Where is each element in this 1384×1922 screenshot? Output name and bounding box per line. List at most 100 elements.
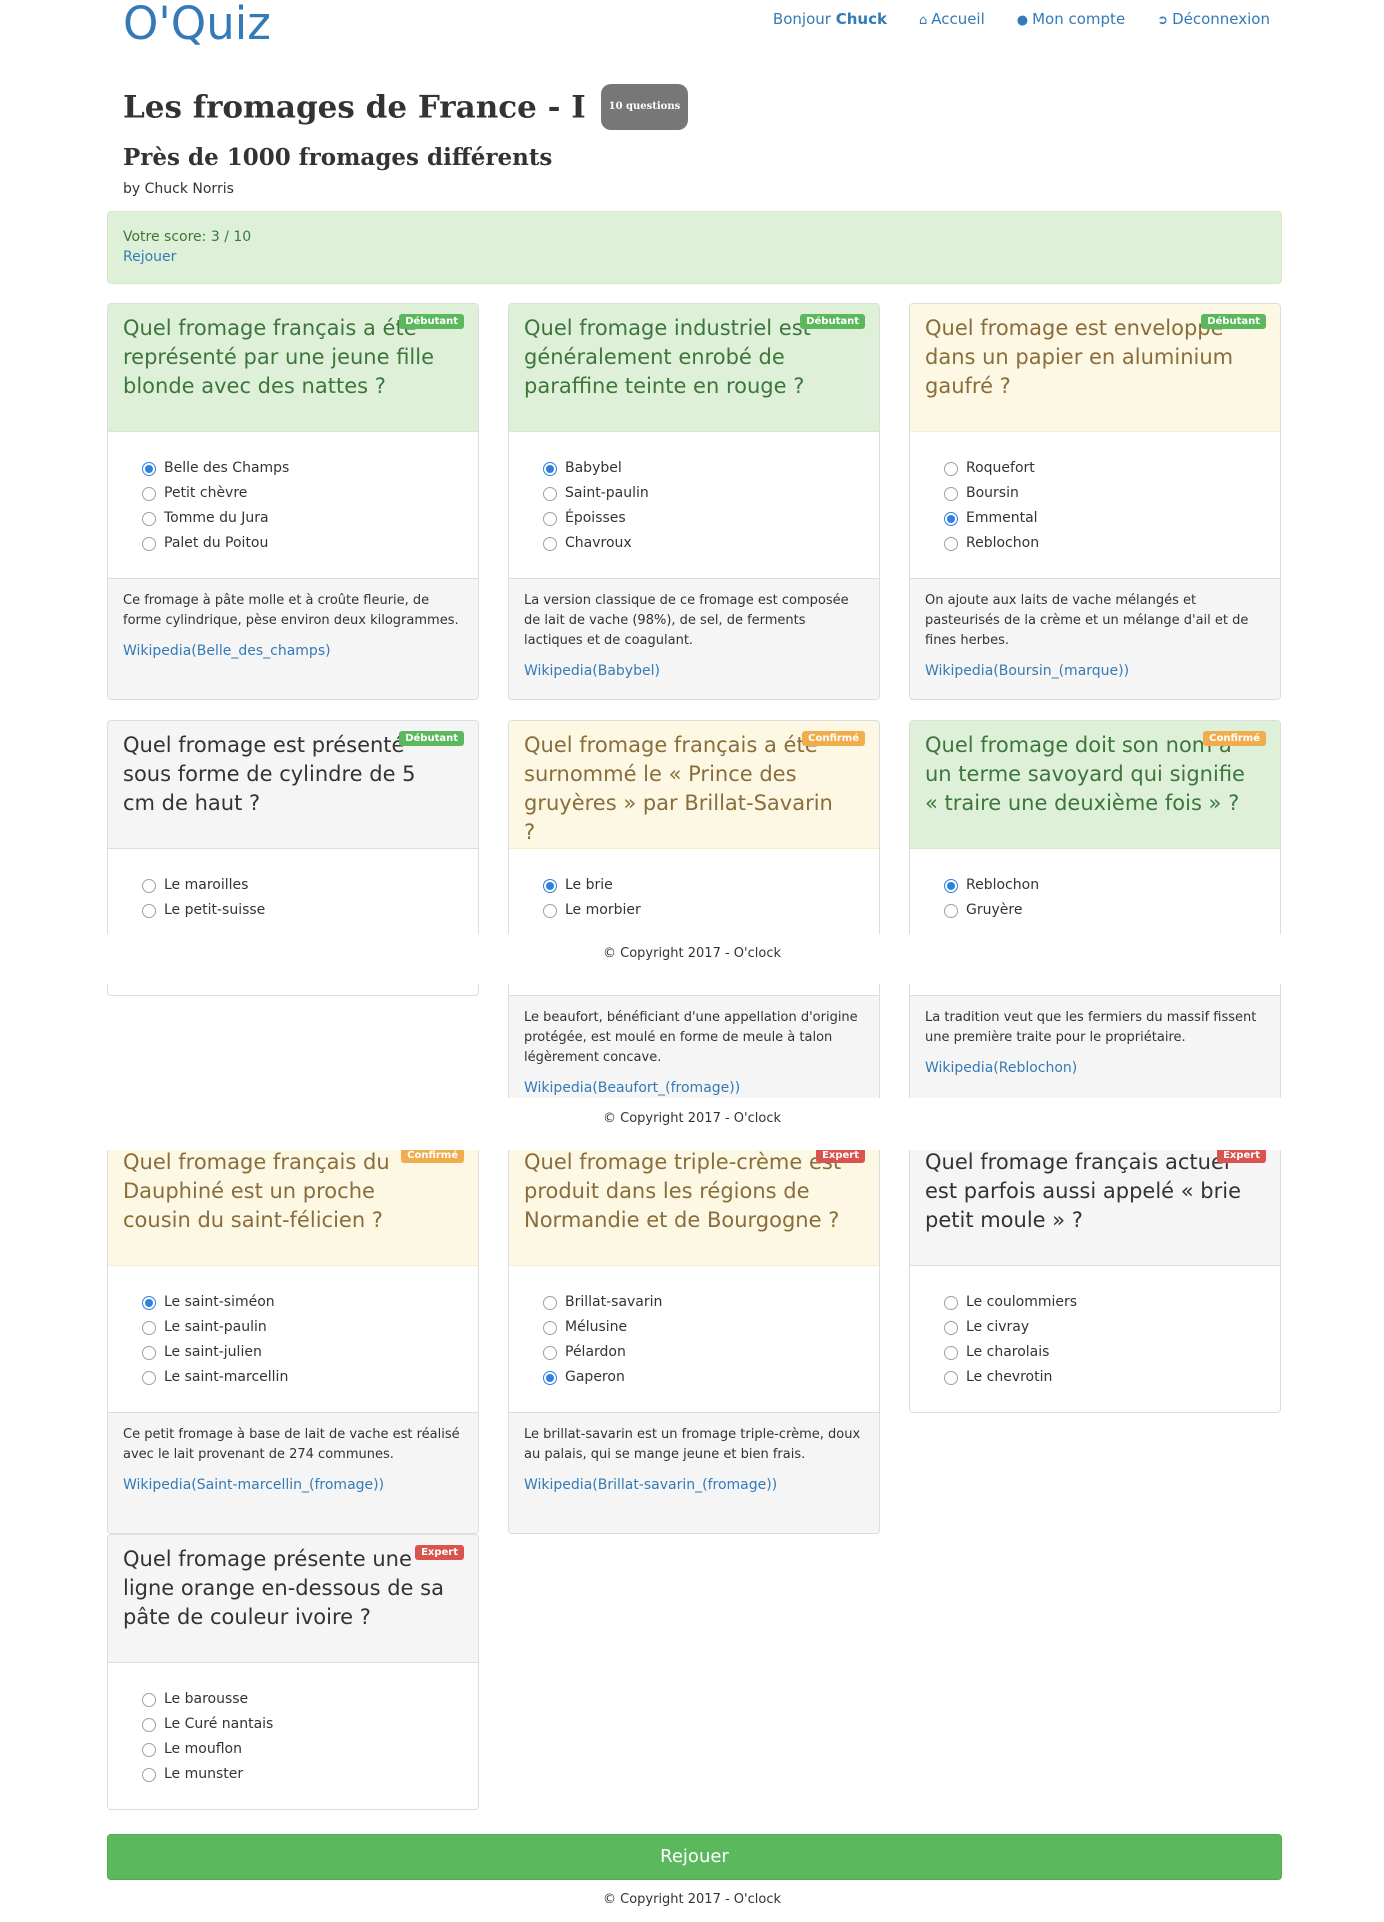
option-label: Le saint-paulin — [164, 1319, 267, 1335]
answer-option[interactable]: Le maroilles — [142, 873, 463, 898]
radio-button[interactable] — [944, 1295, 958, 1310]
radio-button[interactable] — [543, 903, 557, 918]
radio-button[interactable] — [543, 1345, 557, 1360]
answer-option[interactable]: Reblochon — [944, 873, 1265, 898]
wikipedia-link[interactable]: Wikipedia(Brillat-savarin_(fromage)) — [524, 1475, 864, 1495]
answer-option[interactable]: Pélardon — [543, 1340, 864, 1365]
answer-option[interactable]: Le saint-paulin — [142, 1315, 463, 1340]
radio-button[interactable] — [142, 536, 156, 551]
answer-options: Le barousse Le Curé nantais Le mouflon Le m… — [108, 1663, 478, 1809]
answer-option[interactable]: Le civray — [944, 1315, 1265, 1340]
radio-button[interactable] — [142, 1345, 156, 1360]
radio-button[interactable] — [944, 1320, 958, 1335]
radio-button[interactable] — [944, 1370, 958, 1385]
answer-option[interactable]: Le barousse — [142, 1687, 463, 1712]
radio-button[interactable] — [543, 1320, 557, 1335]
nav-links: Bonjour Chuck ⌂ Accueil ● Mon compte ➲ Déco… — [773, 10, 1270, 28]
answer-option[interactable]: Le saint-marcellin — [142, 1365, 463, 1390]
option-label: Mélusine — [565, 1319, 628, 1335]
navbar: O'Quiz Bonjour Chuck ⌂ Accueil ● Mon compt… — [0, 0, 1384, 56]
nav-logout-link[interactable]: ➲ Déconnexion — [1157, 10, 1270, 28]
radio-button[interactable] — [142, 1295, 156, 1310]
answer-option[interactable]: Brillat-savarin — [543, 1290, 864, 1315]
wikipedia-link[interactable]: Wikipedia(Saint-marcellin_(fromage)) — [123, 1475, 463, 1495]
radio-button[interactable] — [543, 486, 557, 501]
radio-button[interactable] — [543, 1295, 557, 1310]
answer-option[interactable]: Le munster — [142, 1762, 463, 1787]
radio-button[interactable] — [142, 1767, 156, 1782]
radio-button[interactable] — [944, 1345, 958, 1360]
radio-button[interactable] — [543, 878, 557, 893]
answer-option[interactable]: Le morbier — [543, 898, 864, 923]
answer-option[interactable]: Boursin — [944, 481, 1265, 506]
radio-button[interactable] — [543, 461, 557, 476]
explanation-text: Le beaufort, bénéficiant d'une appellati… — [524, 1010, 858, 1065]
answer-option[interactable]: Gruyère — [944, 898, 1265, 923]
radio-button[interactable] — [543, 1370, 557, 1385]
radio-button[interactable] — [142, 1320, 156, 1335]
explanation-text: Ce fromage à pâte molle et à croûte fleu… — [123, 593, 459, 628]
answer-option[interactable]: Palet du Poitou — [142, 531, 463, 556]
radio-button[interactable] — [944, 461, 958, 476]
answer-option[interactable]: Gaperon — [543, 1365, 864, 1390]
answer-option[interactable]: Le mouflon — [142, 1737, 463, 1762]
answer-options: Le saint-siméon Le saint-paulin Le saint-j… — [108, 1266, 478, 1412]
nav-greeting[interactable]: Bonjour Chuck — [773, 10, 887, 28]
answer-option[interactable]: Le Curé nantais — [142, 1712, 463, 1737]
answer-option[interactable]: Le coulommiers — [944, 1290, 1265, 1315]
quiz-title-text: Les fromages de France - I — [123, 89, 586, 126]
answer-option[interactable]: Emmental — [944, 506, 1265, 531]
radio-button[interactable] — [944, 878, 958, 893]
nav-home-link[interactable]: ⌂ Accueil — [919, 10, 985, 28]
wikipedia-link[interactable]: Wikipedia(Belle_des_champs) — [123, 641, 463, 661]
answer-option[interactable]: Le chevrotin — [944, 1365, 1265, 1390]
wikipedia-link[interactable]: Wikipedia(Beaufort_(fromage)) — [524, 1078, 864, 1098]
radio-button[interactable] — [944, 486, 958, 501]
answer-option[interactable]: Reblochon — [944, 531, 1265, 556]
answer-option[interactable]: Le charolais — [944, 1340, 1265, 1365]
radio-button[interactable] — [944, 903, 958, 918]
radio-button[interactable] — [142, 1717, 156, 1732]
radio-button[interactable] — [142, 1742, 156, 1757]
answer-option[interactable]: Le petit-suisse — [142, 898, 463, 923]
answer-option[interactable]: Roquefort — [944, 456, 1265, 481]
answer-option[interactable]: Le saint-siméon — [142, 1290, 463, 1315]
answer-option[interactable]: Tomme du Jura — [142, 506, 463, 531]
option-label: Le morbier — [565, 902, 641, 918]
radio-button[interactable] — [543, 536, 557, 551]
option-label: Tomme du Jura — [164, 510, 269, 526]
radio-button[interactable] — [142, 1692, 156, 1707]
nav-account-link[interactable]: ● Mon compte — [1017, 10, 1125, 28]
radio-button[interactable] — [142, 878, 156, 893]
answer-option[interactable]: Belle des Champs — [142, 456, 463, 481]
level-badge: Expert — [415, 1545, 464, 1560]
option-label: Le munster — [164, 1766, 244, 1782]
radio-button[interactable] — [543, 511, 557, 526]
answer-option[interactable]: Babybel — [543, 456, 864, 481]
answer-option[interactable]: Mélusine — [543, 1315, 864, 1340]
answer-explanation: Ce petit fromage à base de lait de vache… — [108, 1412, 478, 1533]
radio-button[interactable] — [142, 461, 156, 476]
radio-button[interactable] — [142, 511, 156, 526]
level-badge: Confirmé — [401, 1148, 464, 1163]
answer-option[interactable]: Le saint-julien — [142, 1340, 463, 1365]
option-label: Le saint-julien — [164, 1344, 262, 1360]
radio-button[interactable] — [142, 903, 156, 918]
wikipedia-link[interactable]: Wikipedia(Reblochon) — [925, 1058, 1265, 1078]
radio-button[interactable] — [944, 536, 958, 551]
answer-option[interactable]: Époisses — [543, 506, 864, 531]
answer-options: Le coulommiers Le civray Le charolais Le ch… — [910, 1266, 1280, 1412]
radio-button[interactable] — [142, 486, 156, 501]
answer-option[interactable]: Saint-paulin — [543, 481, 864, 506]
brand-logo[interactable]: O'Quiz — [123, 0, 271, 52]
radio-button[interactable] — [142, 1370, 156, 1385]
answer-option[interactable]: Le brie — [543, 873, 864, 898]
radio-button[interactable] — [944, 511, 958, 526]
answer-option[interactable]: Chavroux — [543, 531, 864, 556]
wikipedia-link[interactable]: Wikipedia(Babybel) — [524, 661, 864, 681]
answer-option[interactable]: Petit chèvre — [142, 481, 463, 506]
answer-explanation: La version classique de ce fromage est c… — [509, 578, 879, 699]
replay-link[interactable]: Rejouer — [123, 247, 1266, 267]
wikipedia-link[interactable]: Wikipedia(Boursin_(marque)) — [925, 661, 1265, 681]
replay-button[interactable]: Rejouer — [107, 1834, 1282, 1880]
